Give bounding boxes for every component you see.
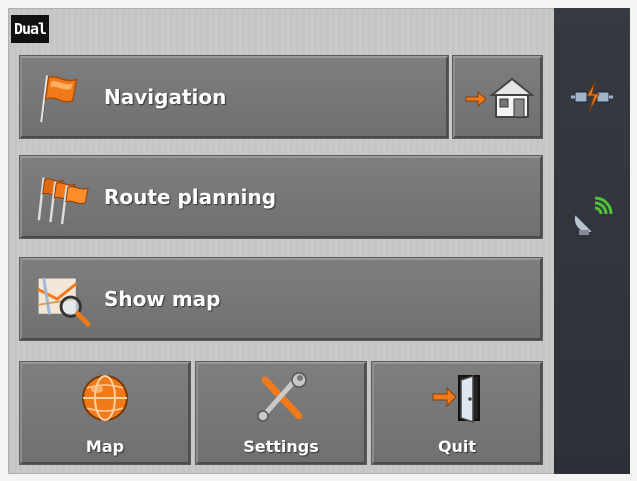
settings-button[interactable]: Settings	[196, 362, 366, 464]
exit-door-icon	[432, 374, 480, 424]
home-icon	[465, 77, 534, 118]
map-button[interactable]: Map	[20, 362, 190, 464]
flag-icon	[40, 75, 78, 123]
status-sidebar	[554, 8, 630, 474]
flags-icon	[37, 177, 89, 225]
route-planning-label: Route planning	[104, 185, 277, 209]
dual-logo: Dual	[11, 15, 49, 43]
show-map-button[interactable]: Show map	[20, 258, 542, 340]
settings-label: Settings	[243, 437, 319, 456]
tools-icon	[257, 372, 307, 422]
show-map-label: Show map	[104, 287, 221, 311]
navigation-label: Navigation	[104, 85, 227, 109]
gps-satellite-icon[interactable]	[569, 192, 615, 238]
quit-button[interactable]: Quit	[372, 362, 542, 464]
navigation-button[interactable]: Navigation	[20, 56, 448, 138]
quit-label: Quit	[437, 437, 477, 456]
globe-icon	[82, 375, 128, 421]
home-button[interactable]	[453, 56, 542, 138]
route-planning-button[interactable]: Route planning	[20, 156, 542, 238]
main-screen: Dual Navigation Route planning Show map …	[8, 8, 630, 474]
connection-icon[interactable]	[569, 74, 615, 120]
map-label: Map	[85, 437, 125, 456]
map-search-icon	[37, 277, 91, 327]
